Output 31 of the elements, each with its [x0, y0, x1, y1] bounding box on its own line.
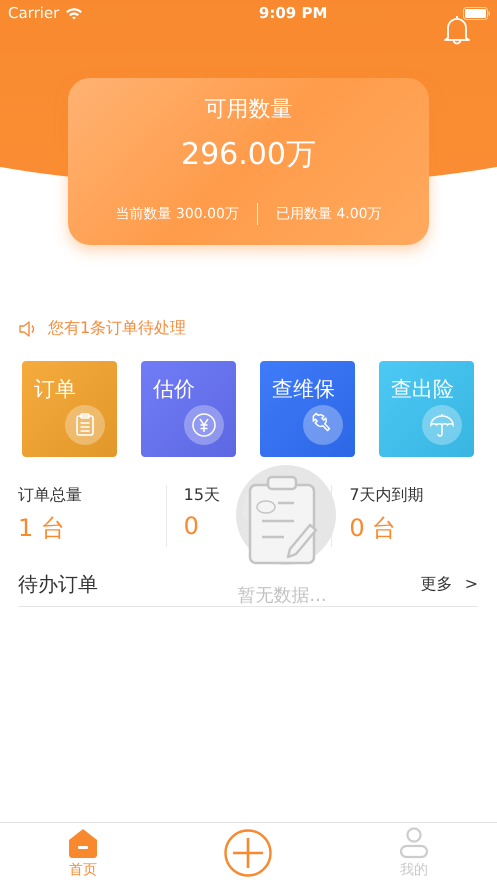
notice-text[interactable]: 您有1条订单待处理 [48, 318, 186, 339]
more-link[interactable]: 更多 > [420, 574, 478, 595]
yen-icon [184, 405, 224, 445]
stat-label: 15天 [184, 485, 222, 506]
quota-stat: 当前数量 300.00万 [115, 205, 239, 223]
home-icon [66, 827, 99, 859]
profile-icon [399, 827, 430, 859]
tab-item[interactable]: 首页 [38, 827, 128, 879]
clipboard-icon [65, 405, 105, 445]
feature-tile[interactable]: 查出险 [379, 361, 474, 457]
battery-icon [462, 6, 491, 20]
wifi-icon [65, 6, 84, 20]
feature-tile[interactable]: 估价 [141, 361, 236, 457]
stat-label: 7天内到期 [349, 485, 424, 506]
card-title: 可用数量 [204, 96, 292, 124]
section-title: 待办订单 [18, 571, 98, 598]
carrier-label: Carrier [8, 4, 60, 22]
bell-icon[interactable] [443, 14, 471, 46]
empty-state-text: 暂无数据... [237, 584, 327, 607]
plus-icon [224, 829, 272, 877]
clock-time: 9:09 PM [258, 4, 328, 22]
umbrella-icon [422, 405, 462, 445]
stat-label: 订单总量 [18, 485, 83, 506]
quota-stat: 已用数量 4.00万 [276, 205, 382, 223]
feature-tile[interactable]: 订单 [22, 361, 117, 457]
available-amount: 296.00万 [181, 136, 316, 174]
stat-value: 0 台 [349, 513, 398, 544]
feature-tile[interactable]: 查维保 [260, 361, 355, 457]
stat-value: 1 台 [18, 513, 66, 544]
tab-label: 首页 [68, 861, 97, 879]
stat-value: 0 [184, 512, 200, 540]
